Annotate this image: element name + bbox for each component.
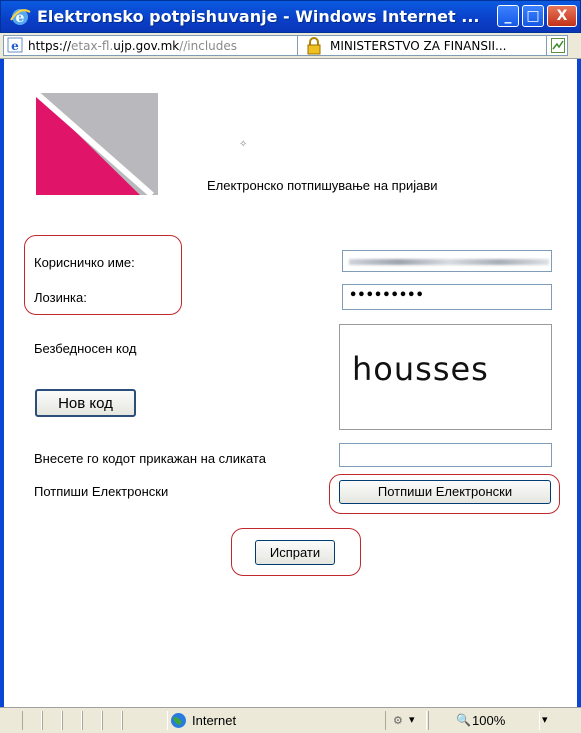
security-code-label: Безбедносен код [34,341,137,356]
address-separator-2 [546,35,547,56]
password-label: Лозинка: [34,290,87,305]
captcha-input[interactable] [339,443,552,467]
page-icon: e [7,37,23,56]
url-path: //includes [179,39,238,53]
username-blurred-value [349,259,549,265]
broken-image-icon: ✧ [239,139,248,150]
minimize-button[interactable]: _ [497,5,519,27]
internet-zone-label: Internet [192,713,237,728]
captcha-text: housses [352,350,489,388]
status-panel-5 [102,711,122,730]
site-logo [34,90,158,199]
address-bar: e https://etax-fl.ujp.gov.mk//includes M… [0,33,581,59]
sign-label: Потпиши Електронски [34,484,169,499]
status-bar: Internet ⚙ ▾ 🔍 100% ▾ [0,707,581,733]
enter-code-label: Внесете го кодот прикажан на сликата [34,451,266,466]
password-value: ••••••••• [349,288,424,303]
address-separator [297,35,298,56]
internet-zone-icon [170,712,187,733]
protected-mode-icon[interactable]: ⚙ [393,714,403,727]
url-subdomain: etax-fl. [71,39,114,53]
url-scheme: https:// [28,39,72,53]
captcha-image: housses [339,324,552,430]
submit-button[interactable]: Испрати [255,540,335,565]
svg-text:e: e [11,39,19,53]
close-button[interactable]: X [547,5,577,27]
protected-mode-dropdown[interactable]: ▾ [409,713,415,726]
status-panel-7 [385,711,427,730]
status-panel-3 [62,711,82,730]
window-title: Elektronsko potpishuvanje - Windows Inte… [37,7,480,26]
password-input[interactable]: ••••••••• [342,284,552,310]
username-label: Корисничко име: [34,255,135,270]
url-domain: ujp.gov.mk [113,39,180,53]
url-field[interactable]: e https://etax-fl.ujp.gov.mk//includes M… [3,35,568,56]
status-panel-1 [22,711,42,730]
status-panel-6 [122,711,168,730]
ie-logo-icon: e [9,6,31,32]
new-code-button[interactable]: Нов код [35,389,136,417]
status-panel-2 [42,711,62,730]
maximize-button[interactable]: □ [522,5,544,27]
url-text: https://etax-fl.ujp.gov.mk//includes [28,39,237,53]
window-titlebar[interactable]: e Elektronsko potpishuvanje - Windows In… [0,0,581,33]
page-content: ✧ Електронско потпишување на пријави Кор… [0,59,581,707]
username-input[interactable] [342,250,552,272]
zoom-dropdown[interactable]: ▾ [542,713,548,726]
sign-electronically-button[interactable]: Потпиши Електронски [339,480,551,504]
status-panel-4 [82,711,102,730]
zoom-level[interactable]: 100% [472,713,505,728]
page-heading: Електронско потпишување на пријави [207,178,438,193]
zoom-icon[interactable]: 🔍 [456,713,471,727]
lock-icon[interactable] [305,37,323,58]
compatibility-icon[interactable] [551,38,565,56]
security-report[interactable]: MINISTERSTVO ZA FINANSII... [330,39,506,53]
